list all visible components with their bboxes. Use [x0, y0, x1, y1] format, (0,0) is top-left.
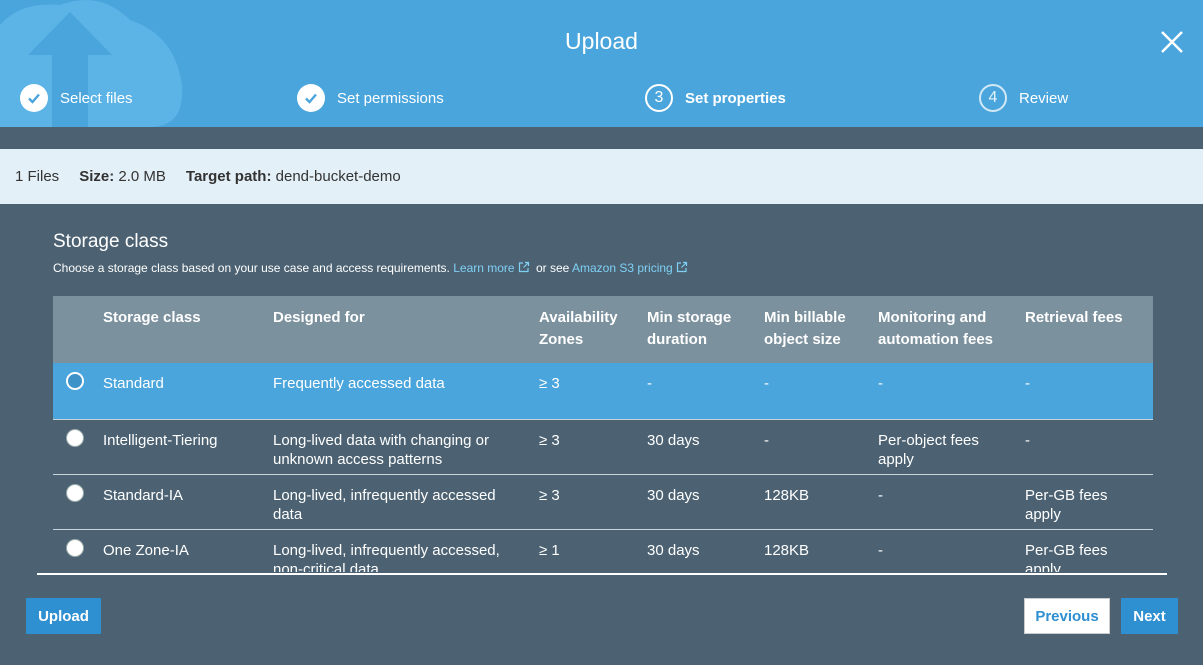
storage-class-radio[interactable]	[66, 484, 84, 502]
table-scroll-edge	[37, 573, 1167, 575]
cell-storage-class: Intelligent-Tiering	[103, 432, 218, 449]
table-row[interactable]: Intelligent-Tiering Long-lived data with…	[53, 420, 1153, 475]
cell-storage-class: One Zone-IA	[103, 542, 189, 559]
cell-availability-zones: ≥ 3	[539, 375, 560, 392]
check-icon	[20, 84, 48, 112]
cell-min-storage-duration: -	[647, 375, 652, 392]
col-header-storage-class: Storage class	[103, 309, 201, 326]
storage-class-heading: Storage class	[53, 231, 169, 252]
cell-min-storage-duration: 30 days	[647, 542, 700, 559]
cell-monitoring-fees: -	[878, 542, 883, 559]
size-label: Size:	[79, 168, 115, 185]
cell-designed-for: Long-lived data with changing or unknown…	[273, 432, 489, 468]
target-path-label: Target path:	[185, 168, 272, 185]
cell-designed-for: Long-lived, infrequently accessed data	[273, 487, 496, 523]
storage-class-radio[interactable]	[66, 539, 84, 557]
cell-min-billable-size: -	[764, 375, 769, 392]
cell-designed-for: Frequently accessed data	[273, 375, 445, 392]
step-label: Select files	[60, 89, 133, 107]
step-select-files[interactable]: Select files	[20, 84, 133, 112]
target-path-value: dend-bucket-demo	[275, 168, 401, 185]
step-number-badge: 4	[979, 84, 1007, 112]
upload-summary-bar: 1 Files Size: 2.0 MB Target path: dend-b…	[0, 149, 1203, 204]
cell-monitoring-fees: -	[878, 375, 883, 392]
storage-class-table: Storage class Designed for Availability …	[53, 296, 1153, 572]
upload-dialog-header: Upload Select files Set permissions 3 Se…	[0, 0, 1203, 127]
storage-class-radio[interactable]	[66, 429, 84, 447]
step-review[interactable]: 4 Review	[979, 84, 1068, 112]
target-path: Target path: dend-bucket-demo	[186, 168, 401, 185]
cell-availability-zones: ≥ 1	[539, 542, 560, 559]
step-label: Set permissions	[337, 89, 444, 107]
col-header-monitoring-fees: Monitoring and automation fees	[878, 309, 994, 348]
step-set-properties[interactable]: 3 Set properties	[645, 84, 786, 112]
cell-monitoring-fees: -	[878, 487, 883, 504]
step-number-badge: 3	[645, 84, 673, 112]
cell-storage-class: Standard-IA	[103, 487, 184, 504]
table-row[interactable]: Standard Frequently accessed data ≥ 3 - …	[53, 363, 1153, 419]
cell-min-billable-size: 128KB	[764, 487, 810, 504]
cell-min-billable-size: 128KB	[764, 542, 810, 559]
cell-retrieval-fees: -	[1025, 432, 1030, 449]
external-link-icon	[676, 261, 687, 273]
cell-designed-for: Long-lived, infrequently accessed, non-c…	[273, 542, 500, 572]
cell-storage-class: Standard	[103, 375, 164, 392]
previous-button[interactable]: Previous	[1024, 598, 1110, 634]
cell-min-billable-size: -	[764, 432, 769, 449]
table-row[interactable]: One Zone-IA Long-lived, infrequently acc…	[53, 530, 1153, 572]
col-header-availability-zones: Availability Zones	[539, 309, 618, 348]
col-header-designed-for: Designed for	[273, 309, 365, 326]
cell-retrieval-fees: Per-GB fees apply	[1025, 542, 1108, 572]
close-icon[interactable]	[1158, 28, 1186, 56]
learn-more-link[interactable]: Learn more	[453, 261, 514, 275]
description-text: Choose a storage class based on your use…	[53, 261, 450, 275]
storage-class-radio[interactable]	[66, 372, 84, 390]
cell-availability-zones: ≥ 3	[539, 432, 560, 449]
cell-retrieval-fees: -	[1025, 375, 1030, 392]
external-link-icon	[518, 261, 529, 273]
col-header-retrieval-fees: Retrieval fees	[1025, 309, 1123, 326]
storage-class-description: Choose a storage class based on your use…	[53, 261, 691, 275]
step-set-permissions[interactable]: Set permissions	[297, 84, 444, 112]
cell-monitoring-fees: Per-object fees apply	[878, 432, 979, 468]
col-header-min-billable-size: Min billable object size	[764, 309, 846, 348]
dialog-title: Upload	[565, 28, 638, 54]
cell-min-storage-duration: 30 days	[647, 432, 700, 449]
col-header-min-storage-duration: Min storage duration	[647, 309, 732, 348]
cell-min-storage-duration: 30 days	[647, 487, 700, 504]
file-size: Size: 2.0 MB	[79, 168, 166, 185]
cell-availability-zones: ≥ 3	[539, 487, 560, 504]
step-label: Set properties	[685, 89, 786, 107]
next-button[interactable]: Next	[1121, 598, 1178, 634]
file-count: 1 Files	[15, 168, 60, 185]
check-icon	[297, 84, 325, 112]
cell-retrieval-fees: Per-GB fees apply	[1025, 487, 1108, 523]
size-value: 2.0 MB	[118, 168, 166, 185]
header-divider-band	[0, 127, 1203, 149]
s3-pricing-link[interactable]: Amazon S3 pricing	[572, 261, 673, 275]
table-row[interactable]: Standard-IA Long-lived, infrequently acc…	[53, 475, 1153, 530]
or-see-text: or see	[535, 261, 570, 275]
table-header: Storage class Designed for Availability …	[53, 296, 1153, 363]
step-label: Review	[1019, 89, 1069, 107]
upload-button[interactable]: Upload	[26, 598, 101, 634]
